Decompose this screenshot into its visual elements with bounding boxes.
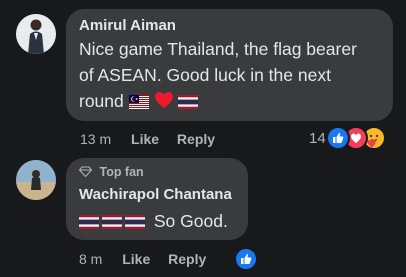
reply-button[interactable]: Reply bbox=[168, 251, 206, 267]
comment-author[interactable]: Amirul Aiman bbox=[79, 17, 176, 34]
comment-author[interactable]: Wachirapol Chantana bbox=[79, 186, 232, 203]
comment-text-words: So Good. bbox=[153, 211, 228, 231]
top-fan-label: Top fan bbox=[99, 165, 144, 179]
comment-text-line: round bbox=[79, 88, 389, 114]
top-fan-badge: Top fan bbox=[78, 165, 144, 179]
avatar[interactable] bbox=[16, 14, 56, 54]
comment-actions: 8 m Like Reply bbox=[79, 251, 206, 267]
comment-text-line: Nice game Thailand, the flag bearer bbox=[79, 39, 357, 59]
comment-text-word: round bbox=[79, 91, 124, 111]
like-button[interactable]: Like bbox=[122, 251, 150, 267]
thailand-flag-icon bbox=[102, 215, 122, 229]
comment-text-line: of ASEAN. Good luck in the next bbox=[79, 65, 331, 85]
like-icon[interactable] bbox=[234, 247, 258, 271]
like-icon[interactable] bbox=[326, 126, 350, 150]
comment-time[interactable]: 8 m bbox=[79, 251, 102, 267]
thailand-flag-icon bbox=[79, 215, 99, 229]
comment-actions: 13 m Like Reply bbox=[80, 131, 215, 147]
malaysia-flag-icon bbox=[128, 95, 149, 109]
reply-button[interactable]: Reply bbox=[177, 131, 215, 147]
diamond-icon bbox=[78, 166, 93, 178]
reaction-count[interactable]: 14 bbox=[309, 130, 326, 147]
comment-time[interactable]: 13 m bbox=[80, 131, 111, 147]
comment-text: So Good. bbox=[79, 208, 228, 234]
comment-text: Nice game Thailand, the flag bearer of A… bbox=[79, 36, 389, 114]
heart-icon bbox=[154, 92, 173, 108]
thailand-flag-icon bbox=[125, 215, 145, 229]
thailand-flag-icon bbox=[178, 95, 199, 109]
avatar[interactable] bbox=[16, 160, 56, 200]
like-button[interactable]: Like bbox=[131, 131, 159, 147]
